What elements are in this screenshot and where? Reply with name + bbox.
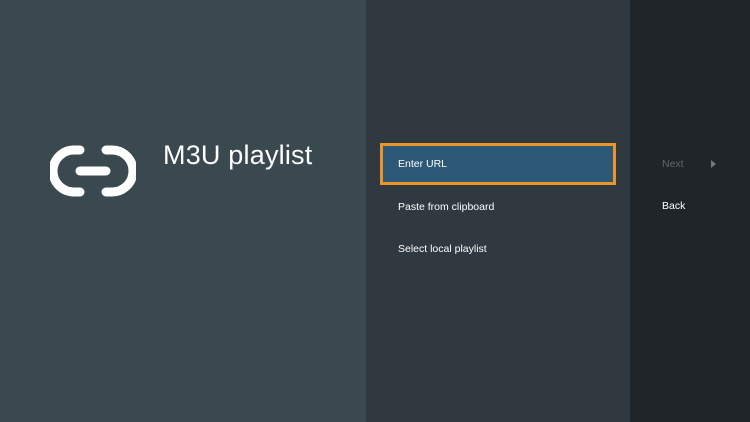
page-title: M3U playlist (163, 140, 313, 170)
back-button[interactable]: Back (662, 200, 685, 212)
enter-url-label: Enter URL (398, 158, 448, 170)
navigation-pane (630, 0, 750, 422)
paste-from-clipboard-action[interactable]: Paste from clipboard (380, 186, 616, 228)
select-local-playlist-label: Select local playlist (398, 243, 487, 255)
link-icon (50, 145, 136, 197)
m3u-playlist-screen: M3U playlist Enter URL Paste from clipbo… (0, 0, 750, 422)
guidance-pane (0, 0, 366, 422)
back-label: Back (662, 200, 686, 212)
enter-url-action[interactable]: Enter URL (380, 143, 616, 185)
chevron-right-icon (711, 160, 716, 168)
paste-from-clipboard-label: Paste from clipboard (398, 201, 495, 213)
next-label: Next (662, 158, 684, 170)
next-button[interactable]: Next (662, 158, 722, 170)
select-local-playlist-action[interactable]: Select local playlist (380, 228, 616, 270)
